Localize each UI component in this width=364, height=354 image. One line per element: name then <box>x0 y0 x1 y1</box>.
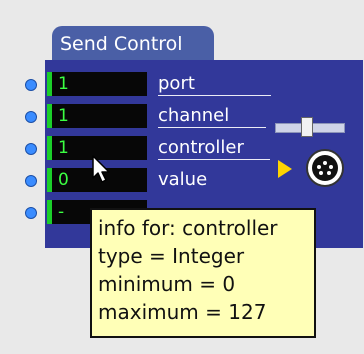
controller-value: 1 <box>58 138 69 158</box>
slider-knob-icon[interactable] <box>301 117 313 137</box>
tooltip-type: type = Integer <box>98 244 245 268</box>
tooltip-minimum: minimum = 0 <box>98 272 236 296</box>
port-value: 1 <box>58 74 69 94</box>
channel-label: channel <box>158 105 230 126</box>
module-title: Send Control <box>60 33 183 55</box>
tooltip-maximum: maximum = 127 <box>98 300 267 324</box>
mouse-cursor-icon <box>92 155 110 183</box>
value-value: 0 <box>58 170 69 190</box>
port-label: port <box>158 73 195 94</box>
inlet-value[interactable] <box>25 175 37 187</box>
inlet-controller[interactable] <box>25 143 37 155</box>
midi-port-icon[interactable] <box>306 149 344 187</box>
output-arrow-icon <box>278 160 292 178</box>
port-rule <box>158 95 271 96</box>
channel-value: 1 <box>58 106 69 126</box>
channel-rule <box>158 127 266 128</box>
inlet-trigger[interactable] <box>25 207 37 219</box>
tooltip-title: info for: controller <box>98 216 278 240</box>
tooltip: info for: controller type = Integer mini… <box>90 208 316 338</box>
controller-rule <box>158 159 270 160</box>
inlet-port[interactable] <box>25 79 37 91</box>
module-title-tab[interactable]: Send Control <box>52 26 214 62</box>
channel-field[interactable]: 1 <box>47 104 147 128</box>
trigger-value: - <box>58 202 65 222</box>
value-label: value <box>158 169 208 190</box>
controller-label: controller <box>158 137 244 158</box>
inlet-channel[interactable] <box>25 111 37 123</box>
midi-connector-icon <box>312 155 338 181</box>
port-field[interactable]: 1 <box>47 72 147 96</box>
